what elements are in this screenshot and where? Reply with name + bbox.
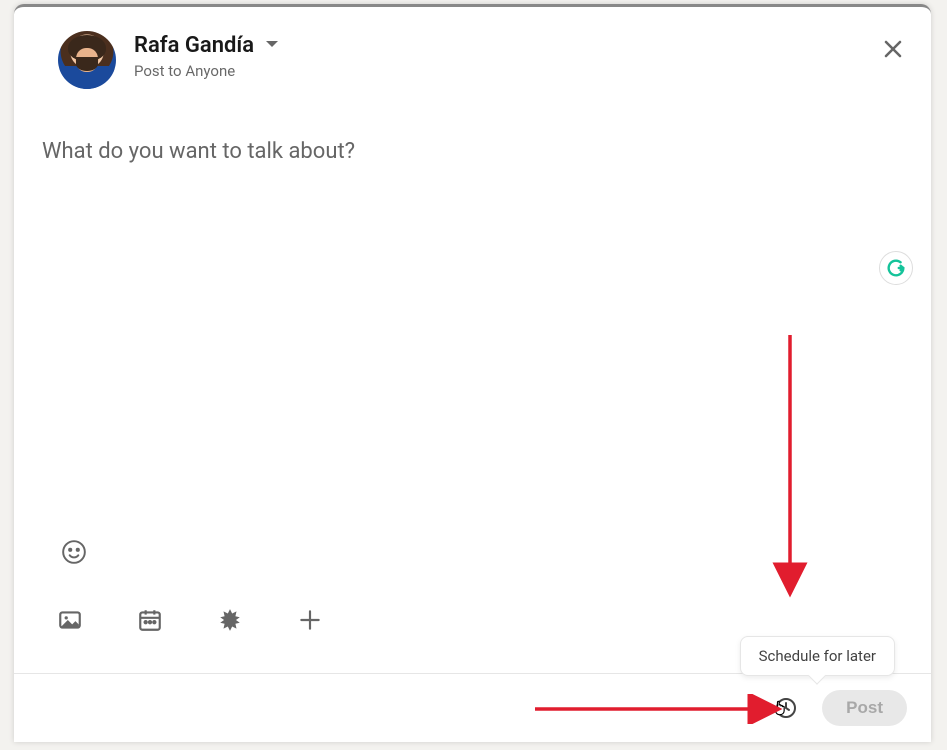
post-button[interactable]: Post	[822, 690, 907, 726]
visibility-label: Post to Anyone	[134, 62, 280, 80]
avatar[interactable]	[58, 31, 116, 89]
author-selector[interactable]: Rafa Gandía Post to Anyone	[134, 31, 280, 80]
emoji-row	[54, 532, 94, 572]
post-composer-modal: Rafa Gandía Post to Anyone	[14, 4, 931, 742]
modal-header: Rafa Gandía Post to Anyone	[14, 7, 931, 89]
user-name: Rafa Gandía	[134, 33, 254, 58]
modal-footer: Post	[14, 674, 931, 742]
grammarly-icon[interactable]	[879, 251, 913, 285]
add-media-button[interactable]	[50, 600, 90, 640]
chevron-down-icon	[264, 36, 280, 56]
composer-body	[14, 89, 931, 503]
post-text-input[interactable]	[42, 139, 903, 499]
schedule-button[interactable]	[766, 688, 806, 728]
close-button[interactable]	[873, 29, 913, 69]
add-event-button[interactable]	[130, 600, 170, 640]
attachment-row	[50, 600, 330, 640]
more-options-button[interactable]	[290, 600, 330, 640]
schedule-tooltip: Schedule for later	[740, 636, 895, 676]
celebrate-button[interactable]	[210, 600, 250, 640]
emoji-button[interactable]	[54, 532, 94, 572]
tooltip-label: Schedule for later	[759, 647, 876, 665]
